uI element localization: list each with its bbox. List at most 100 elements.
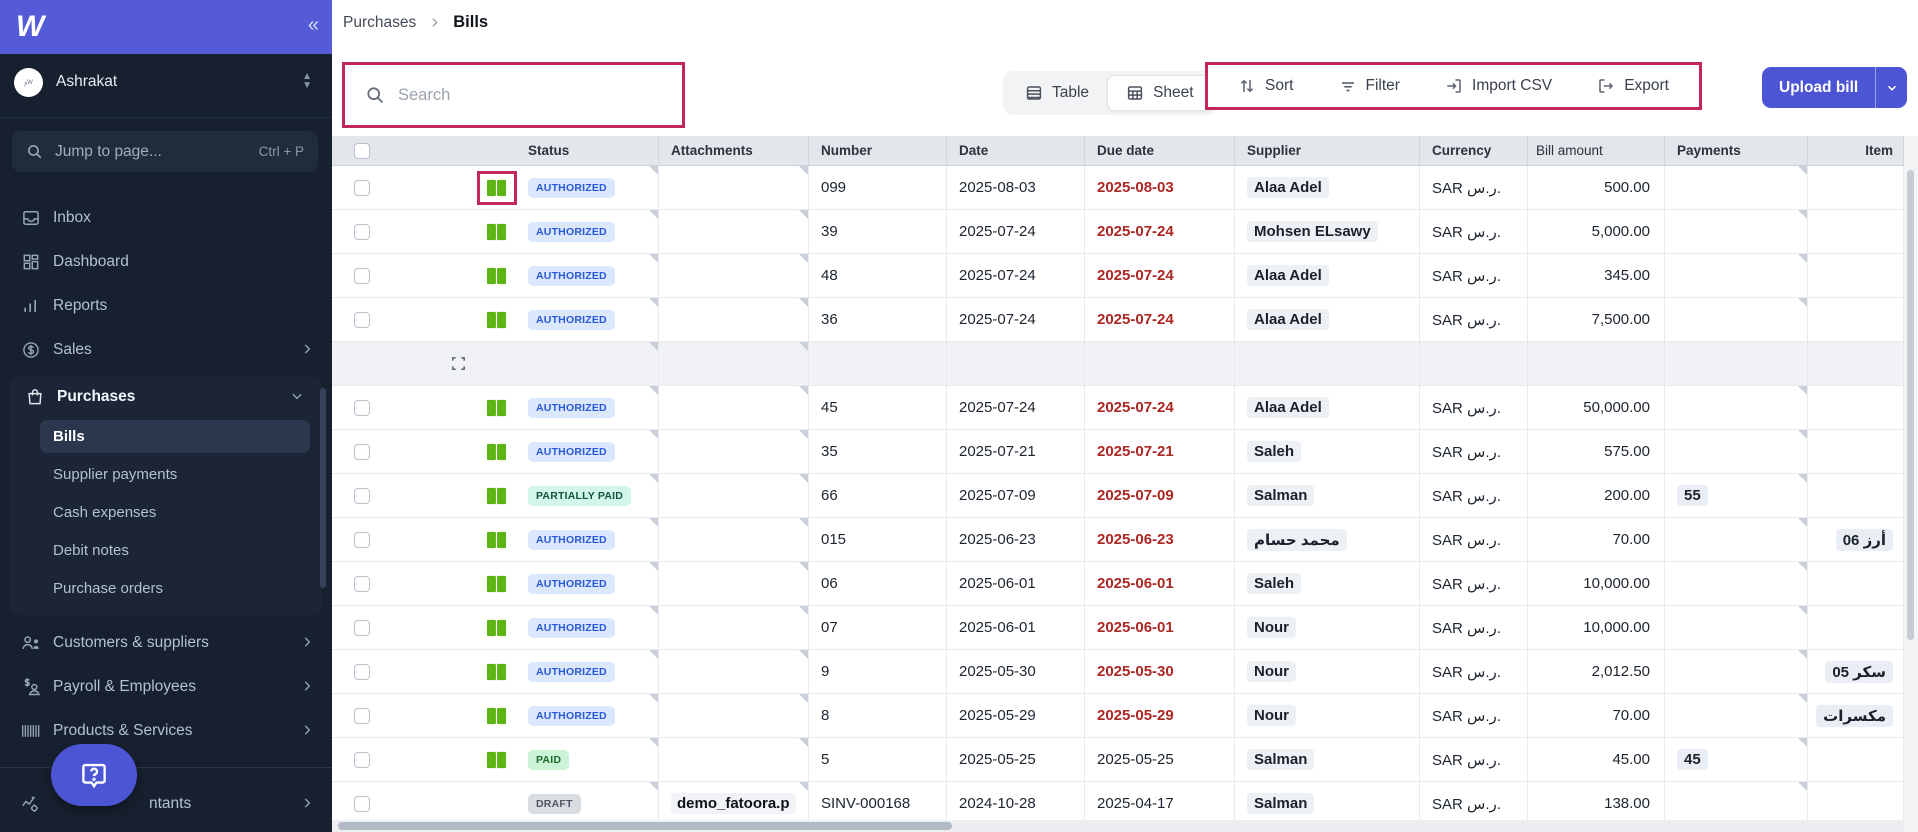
cell-due-date[interactable]: 2025-08-03 [1085,166,1235,210]
cell-due-date[interactable]: 2025-06-01 [1085,606,1235,650]
row-checkbox[interactable] [354,400,370,416]
cell-attachments[interactable] [659,386,809,430]
cell-due-date[interactable]: 2025-07-24 [1085,386,1235,430]
cell-currency[interactable]: SAR ر.س. [1420,386,1528,430]
sidebar-item-sales[interactable]: Sales [0,328,332,372]
cell-payments[interactable] [1665,430,1808,474]
sidebar-item-purchases[interactable]: Purchases [10,376,322,418]
cell-number[interactable]: 015 [809,518,947,562]
cell-date[interactable]: 2025-05-29 [947,694,1085,738]
cell-date[interactable]: 2025-07-24 [947,298,1085,342]
cell-number[interactable]: 8 [809,694,947,738]
row-checkbox[interactable] [354,576,370,592]
column-header-currency[interactable]: Currency [1420,136,1528,166]
cell-currency[interactable]: SAR ر.س. [1420,474,1528,518]
cell-number[interactable] [809,342,947,386]
cell-bill-amount[interactable] [1528,342,1665,386]
cell-due-date[interactable]: 2025-05-29 [1085,694,1235,738]
help-button[interactable] [51,744,137,806]
cell-payments[interactable] [1665,298,1808,342]
cell-attachments[interactable] [659,738,809,782]
cell-attachments[interactable] [659,254,809,298]
sidebar-item-products[interactable]: Products & Services [0,709,332,753]
cell-due-date[interactable]: 2025-05-25 [1085,738,1235,782]
cell-attachments[interactable] [659,562,809,606]
cell-supplier[interactable]: Alaa Adel [1235,386,1420,430]
workspace-switcher[interactable]: وW Ashrakat ▲▼ [0,54,332,110]
cell-currency[interactable]: SAR ر.س. [1420,606,1528,650]
column-header-number[interactable]: Number [809,136,947,166]
filter-button[interactable]: Filter [1339,77,1400,95]
sidebar-collapse-icon[interactable]: « [308,14,316,37]
cell-item[interactable] [1808,166,1904,210]
sidebar-item-accountants[interactable]: ntants [0,782,332,826]
cell-status[interactable]: AUTHORIZED [332,694,659,738]
cell-status[interactable]: AUTHORIZED [332,254,659,298]
cell-payments[interactable] [1665,606,1808,650]
jump-to-page-input[interactable]: Jump to page... Ctrl + P [12,131,318,172]
cell-date[interactable]: 2025-07-24 [947,254,1085,298]
cell-supplier[interactable]: Saleh [1235,430,1420,474]
row-checkbox[interactable] [354,180,370,196]
cell-item[interactable] [1808,430,1904,474]
cell-date[interactable]: 2025-06-01 [947,606,1085,650]
cell-currency[interactable]: SAR ر.س. [1420,430,1528,474]
cell-item[interactable] [1808,386,1904,430]
sidebar-item-inbox[interactable]: Inbox [0,196,332,240]
column-header-due[interactable]: Due date [1085,136,1235,166]
row-checkbox[interactable] [354,312,370,328]
cell-status[interactable]: AUTHORIZED [332,210,659,254]
cell-status[interactable]: AUTHORIZED [332,650,659,694]
cell-due-date[interactable]: 2025-07-24 [1085,210,1235,254]
cell-bill-amount[interactable]: 10,000.00 [1528,606,1665,650]
cell-date[interactable]: 2025-07-24 [947,386,1085,430]
cell-payments[interactable] [1665,562,1808,606]
cell-number[interactable]: 9 [809,650,947,694]
cell-number[interactable]: 07 [809,606,947,650]
cell-status[interactable]: AUTHORIZED [332,386,659,430]
cell-supplier[interactable]: Alaa Adel [1235,166,1420,210]
view-table-button[interactable]: Table [1007,75,1107,111]
cell-due-date[interactable]: 2025-07-09 [1085,474,1235,518]
sidebar-item-payroll[interactable]: Payroll & Employees [0,665,332,709]
cell-number[interactable]: 5 [809,738,947,782]
cell-item[interactable] [1808,606,1904,650]
cell-bill-amount[interactable]: 70.00 [1528,694,1665,738]
cell-attachments[interactable] [659,298,809,342]
column-header-amount[interactable]: Bill amount [1528,136,1665,166]
cell-payments[interactable] [1665,254,1808,298]
cell-status[interactable]: AUTHORIZED [332,430,659,474]
cell-bill-amount[interactable]: 50,000.00 [1528,386,1665,430]
cell-currency[interactable]: SAR ر.س. [1420,210,1528,254]
row-checkbox[interactable] [354,532,370,548]
cell-supplier[interactable]: Nour [1235,650,1420,694]
cell-supplier[interactable]: Alaa Adel [1235,298,1420,342]
vertical-scrollbar[interactable] [1904,136,1918,832]
sidebar-subitem-cash-expenses[interactable]: Cash expenses [10,493,322,531]
cell-status[interactable]: AUTHORIZED [332,606,659,650]
column-header-attach[interactable]: Attachments [659,136,809,166]
cell-date[interactable] [947,342,1085,386]
cell-date[interactable]: 2025-06-23 [947,518,1085,562]
cell-supplier[interactable]: Salman [1235,738,1420,782]
row-checkbox[interactable] [354,268,370,284]
upload-bill-button[interactable]: Upload bill [1762,67,1875,108]
row-checkbox[interactable] [354,752,370,768]
view-sheet-button[interactable]: Sheet [1107,75,1213,111]
cell-date[interactable]: 2025-07-21 [947,430,1085,474]
cell-currency[interactable]: SAR ر.س. [1420,298,1528,342]
column-header-payments[interactable]: Payments [1665,136,1808,166]
cell-attachments[interactable] [659,518,809,562]
column-header-status[interactable]: Status [332,136,659,166]
cell-attachments[interactable] [659,210,809,254]
sidebar-subitem-supplier-payments[interactable]: Supplier payments [10,455,322,493]
cell-supplier[interactable]: Salman [1235,474,1420,518]
cell-status[interactable]: PARTIALLY PAID [332,474,659,518]
cell-due-date[interactable]: 2025-07-24 [1085,254,1235,298]
cell-supplier[interactable]: محمد حسام [1235,518,1420,562]
row-checkbox[interactable] [354,620,370,636]
horizontal-scrollbar[interactable] [332,820,1904,832]
sidebar-scrollbar[interactable] [320,388,326,588]
cell-currency[interactable] [1420,342,1528,386]
cell-item[interactable] [1808,562,1904,606]
